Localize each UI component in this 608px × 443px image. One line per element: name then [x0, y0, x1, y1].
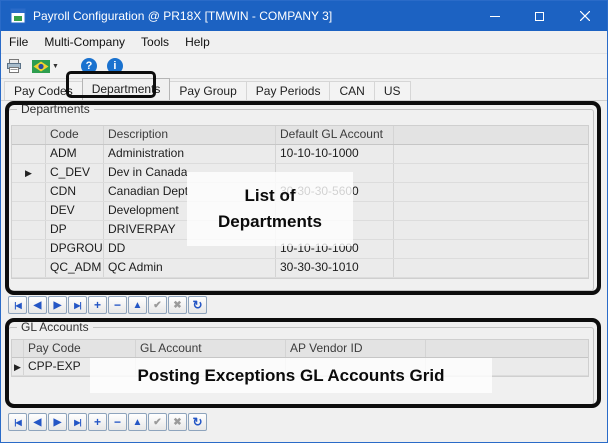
tab-departments[interactable]: Departments	[82, 78, 171, 100]
app-icon	[10, 8, 26, 24]
cell-code: DPGROUP	[46, 240, 104, 258]
nav-refresh-button[interactable]: ↻	[188, 413, 207, 431]
nav-delete-button[interactable]: −	[108, 413, 127, 431]
print-button[interactable]	[2, 54, 26, 78]
nav-next-button[interactable]: ▶	[48, 296, 67, 314]
menu-bar: File Multi-Company Tools Help	[1, 31, 607, 54]
column-header-filler	[394, 126, 588, 144]
nav-first-button[interactable]: |◀	[8, 296, 27, 314]
title-bar: Payroll Configuration @ PR18X [TMWIN - C…	[1, 1, 607, 31]
column-header-gl-account[interactable]: GL Account	[136, 340, 286, 357]
company-flag-icon	[32, 60, 50, 73]
row-indicator: ▶	[12, 164, 46, 182]
nav-prior-button[interactable]: ◀	[28, 413, 47, 431]
info-icon: i	[107, 58, 123, 74]
tab-pay-codes[interactable]: Pay Codes	[4, 81, 83, 100]
column-header-filler	[426, 340, 588, 357]
departments-navigator: |◀ ◀ ▶ ▶| + − ▲ ✔ ✖ ↻	[8, 296, 208, 314]
minimize-icon	[490, 16, 500, 17]
dropdown-caret-icon: ▼	[52, 63, 59, 70]
maximize-icon	[535, 12, 544, 21]
help-icon: ?	[81, 58, 97, 74]
row-indicator	[12, 221, 46, 239]
nav-post-button[interactable]: ✔	[148, 413, 167, 431]
gl-grid-header: Pay Code GL Account AP Vendor ID	[12, 340, 588, 358]
nav-cancel-button[interactable]: ✖	[168, 413, 187, 431]
nav-insert-button[interactable]: +	[88, 413, 107, 431]
cell-default-gl: 10-10-10-1000	[276, 145, 394, 163]
nav-next-button[interactable]: ▶	[48, 413, 67, 431]
column-header-ap-vendor-id[interactable]: AP Vendor ID	[286, 340, 426, 357]
departments-caption: Departments	[17, 102, 94, 116]
nav-post-button[interactable]: ✔	[148, 296, 167, 314]
tab-pay-periods[interactable]: Pay Periods	[246, 81, 331, 100]
nav-cancel-button[interactable]: ✖	[168, 296, 187, 314]
row-indicator-icon: ▶	[14, 362, 21, 372]
menu-multi-company[interactable]: Multi-Company	[36, 31, 133, 53]
row-indicator-icon: ▶	[25, 168, 32, 178]
column-header-description[interactable]: Description	[104, 126, 276, 144]
tab-strip: Pay Codes Departments Pay Group Pay Peri…	[4, 80, 410, 100]
tab-us[interactable]: US	[374, 81, 411, 100]
info-button[interactable]: i	[103, 54, 127, 78]
nav-edit-button[interactable]: ▲	[128, 296, 147, 314]
close-icon	[580, 11, 590, 21]
maximize-button[interactable]	[517, 1, 562, 31]
cell-code: CDN	[46, 183, 104, 201]
nav-prior-button[interactable]: ◀	[28, 296, 47, 314]
column-header-default-gl[interactable]: Default GL Account	[276, 126, 394, 144]
row-indicator	[12, 259, 46, 277]
table-row[interactable]: QC_ADM QC Admin 30-30-30-1010	[12, 259, 588, 278]
cell-default-gl: 30-30-30-1010	[276, 259, 394, 277]
nav-delete-button[interactable]: −	[108, 296, 127, 314]
row-indicator: ▶	[12, 358, 24, 375]
toolbar: ▼ ? i	[1, 54, 607, 79]
table-row[interactable]: ADM Administration 10-10-10-1000	[12, 145, 588, 164]
printer-icon	[6, 58, 22, 74]
cell-description: Administration	[104, 145, 276, 163]
annotation-label-line2: Departments	[218, 209, 322, 235]
departments-grid-header: Code Description Default GL Account	[12, 126, 588, 145]
menu-file[interactable]: File	[1, 31, 36, 53]
cell-code: C_DEV	[46, 164, 104, 182]
gl-accounts-navigator: |◀ ◀ ▶ ▶| + − ▲ ✔ ✖ ↻	[8, 413, 208, 431]
window-title: Payroll Configuration @ PR18X [TMWIN - C…	[33, 1, 332, 31]
nav-last-button[interactable]: ▶|	[68, 296, 87, 314]
annotation-label-text: Posting Exceptions GL Accounts Grid	[138, 366, 445, 386]
row-indicator	[12, 240, 46, 258]
minimize-button[interactable]	[472, 1, 517, 31]
help-button[interactable]: ?	[77, 54, 101, 78]
company-select-button[interactable]: ▼	[28, 54, 63, 78]
row-indicator	[12, 145, 46, 163]
nav-first-button[interactable]: |◀	[8, 413, 27, 431]
column-header-pay-code[interactable]: Pay Code	[24, 340, 136, 357]
row-indicator	[12, 202, 46, 220]
nav-last-button[interactable]: ▶|	[68, 413, 87, 431]
nav-refresh-button[interactable]: ↻	[188, 296, 207, 314]
nav-edit-button[interactable]: ▲	[128, 413, 147, 431]
gl-accounts-caption: GL Accounts	[17, 320, 93, 334]
menu-help[interactable]: Help	[177, 31, 218, 53]
column-header-code[interactable]: Code	[46, 126, 104, 144]
cell-code: QC_ADM	[46, 259, 104, 277]
annotation-label-departments: List of Departments	[187, 172, 353, 246]
cell-code: DP	[46, 221, 104, 239]
tab-pay-group[interactable]: Pay Group	[169, 81, 246, 100]
cell-description: QC Admin	[104, 259, 276, 277]
nav-insert-button[interactable]: +	[88, 296, 107, 314]
column-header-indicator	[12, 126, 46, 144]
column-header-indicator	[12, 340, 24, 357]
cell-code: DEV	[46, 202, 104, 220]
row-indicator	[12, 183, 46, 201]
cell-code: ADM	[46, 145, 104, 163]
annotation-label-line1: List of	[245, 183, 296, 209]
annotation-label-gl-accounts: Posting Exceptions GL Accounts Grid	[90, 358, 492, 393]
tab-can[interactable]: CAN	[329, 81, 374, 100]
app-window: Payroll Configuration @ PR18X [TMWIN - C…	[0, 0, 608, 443]
close-button[interactable]	[562, 1, 607, 31]
window-controls	[472, 1, 607, 31]
menu-tools[interactable]: Tools	[133, 31, 177, 53]
